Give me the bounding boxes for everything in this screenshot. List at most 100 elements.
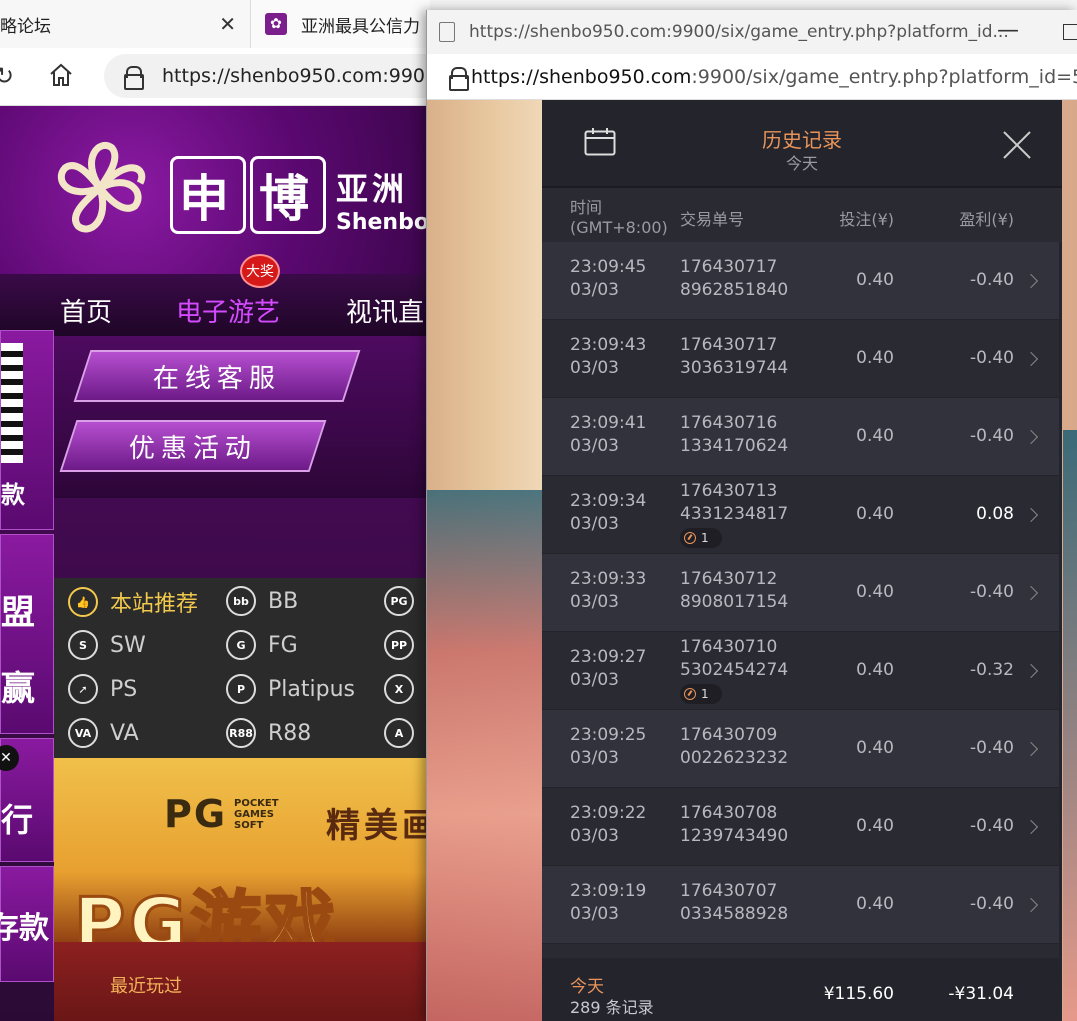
tab-close-icon[interactable]: ✕ xyxy=(219,12,236,36)
row-transaction-id: 176430717 3036319744 xyxy=(680,335,789,378)
history-row[interactable]: 23:09:45 03/03 176430717 8962851840 0.40 -0.4… xyxy=(542,242,1062,320)
nav-slots[interactable]: 电子游艺 xyxy=(176,292,280,329)
chevron-right-icon[interactable] xyxy=(1023,741,1039,757)
x-logo-icon: X xyxy=(384,674,414,704)
left-block-qr[interactable]: 款 xyxy=(0,330,54,530)
recent-played-bar[interactable]: 最近玩过 xyxy=(54,942,430,1021)
pg-big-title: PG游戏 xyxy=(73,882,339,949)
provider-bb[interactable]: bb BB xyxy=(226,586,298,616)
left-block-bank[interactable]: ✕ 行 xyxy=(0,738,54,862)
popup-title-url: https://shenbo950.com:9900/six/game_entr… xyxy=(469,22,1009,42)
col-profit: 盈利(¥) xyxy=(959,210,1014,229)
chevron-right-icon[interactable] xyxy=(1023,663,1039,679)
spin-icon xyxy=(684,532,696,544)
history-row[interactable]: 23:09:22 03/03 176430708 1239743490 0.40 -0.4… xyxy=(542,788,1062,866)
row-time: 23:09:45 03/03 xyxy=(570,257,647,300)
refresh-icon[interactable]: ↻ xyxy=(0,62,14,90)
provider-pp[interactable]: PP xyxy=(384,630,426,660)
history-row[interactable]: 23:09:27 03/03 176430710 5302454274 1 0.40 -0.… xyxy=(542,632,1062,710)
row-time: 23:09:22 03/03 xyxy=(570,803,647,846)
nav-bar: ↻ https://shenbo950.com:9900 xyxy=(0,48,430,106)
provider-a[interactable]: A xyxy=(384,718,426,748)
thumbs-up-icon: 👍 xyxy=(68,587,98,617)
nav-home[interactable]: 首页 xyxy=(60,292,112,329)
history-row[interactable]: 23:09:33 03/03 176430712 8908017154 0.40 -0.4… xyxy=(542,554,1062,632)
pg-tagline: 精美画 xyxy=(326,806,430,846)
history-row[interactable]: 23:09:43 03/03 176430717 3036319744 0.40 -0.4… xyxy=(542,320,1062,398)
pg-logo-subtext: POCKET GAMES SOFT xyxy=(234,798,279,831)
row-spin-badge: 1 xyxy=(680,684,722,704)
provider-list: 👍 本站推荐 bb BB PG S SW G FG PP ➚ PS P Platipus X… xyxy=(54,578,430,758)
minimize-icon[interactable]: — xyxy=(997,18,1019,43)
history-row[interactable]: 23:09:25 03/03 176430709 0022623232 0.40 -0.4… xyxy=(542,710,1062,788)
left-block-league[interactable]: 盟 赢 xyxy=(0,534,54,734)
col-time: 时间 xyxy=(570,198,603,217)
online-service-button[interactable]: 在线客服 xyxy=(73,350,361,402)
logo-side: 亚洲 Shenbo xyxy=(336,164,429,235)
left-close-icon[interactable]: ✕ xyxy=(0,745,19,771)
provider-sw[interactable]: S SW xyxy=(68,630,146,660)
row-bet: 0.40 xyxy=(856,348,894,368)
provider-ps[interactable]: ➚ PS xyxy=(68,674,137,704)
nav-live[interactable]: 视讯直 xyxy=(346,292,424,329)
tab-forum[interactable]: 略论坛 ✕ xyxy=(0,0,250,48)
tab-shenbo[interactable]: ✿ 亚洲最具公信力 xyxy=(250,0,430,48)
provider-recommended[interactable]: 👍 本站推荐 xyxy=(68,586,198,618)
sw-logo-icon: S xyxy=(68,630,98,660)
history-title: 历史记录 xyxy=(762,128,842,152)
pg-logo-icon: PG xyxy=(384,586,414,616)
main-nav: 首页 大奖 电子游艺 视讯直 xyxy=(0,254,430,336)
address-bar[interactable]: https://shenbo950.com:9900 xyxy=(104,54,430,98)
row-spin-badge: 1 xyxy=(680,528,722,548)
pg-promo-banner[interactable]: PG POCKET GAMES SOFT 精美画 PG游戏 xyxy=(54,758,430,948)
desktop: 略论坛 ✕ ✿ 亚洲最具公信力 ↻ https://shenbo950.com:… xyxy=(0,0,1077,1021)
service-banner: 在线客服 优惠活动 xyxy=(54,336,430,498)
provider-x[interactable]: X xyxy=(384,674,426,704)
provider-r88[interactable]: R88 R88 xyxy=(226,718,311,748)
history-row[interactable]: 23:09:41 03/03 176430716 1334170624 0.40 -0.4… xyxy=(542,398,1062,476)
row-profit: -0.40 xyxy=(970,582,1014,602)
chevron-right-icon[interactable] xyxy=(1023,585,1039,601)
row-profit: -0.32 xyxy=(970,660,1014,680)
qr-code xyxy=(1,343,23,463)
ps-logo-icon: ➚ xyxy=(68,674,98,704)
back-browser-window: 略论坛 ✕ ✿ 亚洲最具公信力 ↻ https://shenbo950.com:… xyxy=(0,0,430,1021)
tab-strip: 略论坛 ✕ ✿ 亚洲最具公信力 xyxy=(0,0,430,48)
chevron-right-icon[interactable] xyxy=(1023,273,1039,289)
provider-platipus[interactable]: P Platipus xyxy=(226,674,355,704)
chevron-right-icon[interactable] xyxy=(1023,507,1039,523)
promotions-button[interactable]: 优惠活动 xyxy=(59,420,327,472)
maximize-icon[interactable] xyxy=(1063,24,1077,40)
chevron-right-icon[interactable] xyxy=(1023,897,1039,913)
chevron-right-icon[interactable] xyxy=(1023,819,1039,835)
shenbo-favicon-icon: ✿ xyxy=(265,13,287,35)
pp-logo-icon: PP xyxy=(384,630,414,660)
game-popup-window: https://shenbo950.com:9900/six/game_entr… xyxy=(426,10,1077,1021)
provider-pg[interactable]: PG xyxy=(384,586,426,616)
left-block-deposit[interactable]: 存款 xyxy=(0,866,54,982)
close-icon[interactable] xyxy=(1000,128,1034,162)
history-panel: 历史记录 今天 时间 (GMT+8:00) 交易单号 投注(¥) 盈利(¥) 2… xyxy=(542,100,1062,1021)
row-profit: -0.40 xyxy=(970,738,1014,758)
footer-count: 289 条记录 xyxy=(570,998,654,1017)
row-bet: 0.40 xyxy=(856,582,894,602)
tab-shenbo-label: 亚洲最具公信力 xyxy=(301,16,420,37)
history-scrollbar[interactable] xyxy=(1059,242,1062,958)
chevron-right-icon[interactable] xyxy=(1023,351,1039,367)
chevron-right-icon[interactable] xyxy=(1023,429,1039,445)
row-time: 23:09:34 03/03 xyxy=(570,491,647,534)
va-logo-icon: VA xyxy=(68,718,98,748)
history-row[interactable]: 23:09:19 03/03 176430707 0334588928 0.40 -0.4… xyxy=(542,866,1062,944)
home-icon[interactable] xyxy=(46,60,76,90)
history-row[interactable]: 23:09:34 03/03 176430713 4331234817 1 0.40 0.0… xyxy=(542,476,1062,554)
history-column-headers: 时间 (GMT+8:00) 交易单号 投注(¥) 盈利(¥) xyxy=(542,188,1062,242)
pg-logo-text: PG xyxy=(164,792,228,836)
a-logo-icon: A xyxy=(384,718,414,748)
footer-total-bet: ¥115.60 xyxy=(823,984,894,1004)
provider-va[interactable]: VA VA xyxy=(68,718,139,748)
row-transaction-id: 176430713 4331234817 xyxy=(680,481,789,524)
provider-fg[interactable]: G FG xyxy=(226,630,298,660)
right-pillar-decoration xyxy=(1063,430,1077,1021)
lock-icon xyxy=(124,66,144,90)
popup-address-bar[interactable]: https://shenbo950.com:9900/six/game_entr… xyxy=(427,54,1077,100)
